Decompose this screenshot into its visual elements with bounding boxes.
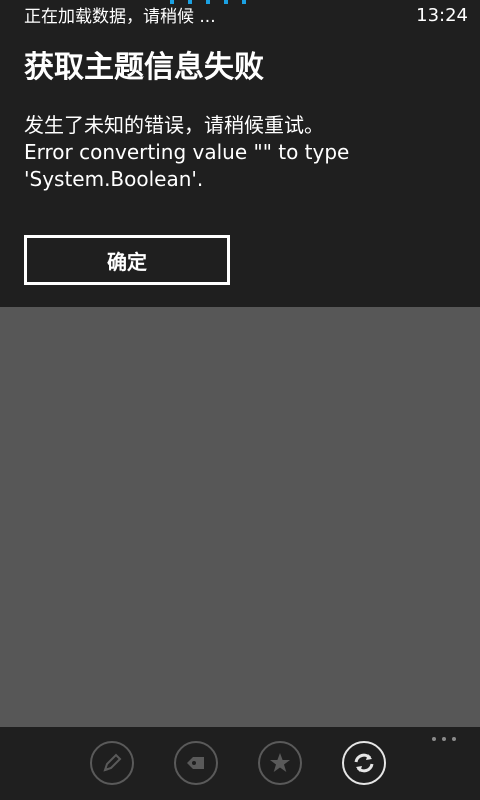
screen: 正在加载数据，请稍候 ... 13:24 获取主题信息失败 发生了未知的错误，请… bbox=[0, 0, 480, 800]
dialog-title: 获取主题信息失败 bbox=[24, 50, 264, 85]
tag-icon[interactable] bbox=[174, 741, 218, 785]
app-bar bbox=[0, 727, 480, 800]
progress-dot bbox=[206, 0, 210, 4]
dialog-message: 发生了未知的错误，请稍候重试。 Error converting value "… bbox=[24, 112, 464, 193]
star-icon[interactable] bbox=[258, 741, 302, 785]
error-dialog: 获取主题信息失败 发生了未知的错误，请稍候重试。 Error convertin… bbox=[0, 32, 480, 307]
ellipsis-icon[interactable] bbox=[430, 735, 458, 743]
progress-dot bbox=[188, 0, 192, 4]
loading-status-text: 正在加载数据，请稍候 ... bbox=[24, 7, 216, 27]
ok-button[interactable]: 确定 bbox=[24, 235, 230, 285]
progress-dot bbox=[224, 0, 228, 4]
message-line: 'System.Boolean'. bbox=[24, 167, 204, 191]
progress-dot bbox=[170, 0, 174, 4]
message-line: Error converting value "" to type bbox=[24, 140, 350, 164]
clock: 13:24 bbox=[416, 5, 468, 26]
message-line: 发生了未知的错误，请稍候重试。 bbox=[24, 113, 324, 137]
status-bar: 正在加载数据，请稍候 ... 13:24 bbox=[0, 0, 480, 32]
pencil-icon[interactable] bbox=[90, 741, 134, 785]
progress-dot bbox=[242, 0, 246, 4]
refresh-icon[interactable] bbox=[342, 741, 386, 785]
